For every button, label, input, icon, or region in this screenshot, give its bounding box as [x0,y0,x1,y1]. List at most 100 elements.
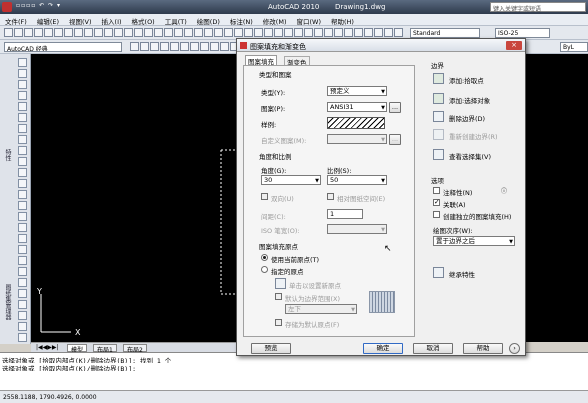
draw-tool-icon[interactable] [18,113,27,122]
more-options-icon[interactable]: › [509,343,520,354]
draw-tool-icon[interactable] [18,267,27,276]
menu-item[interactable]: 工具(T) [160,14,192,26]
sheetset-palette-label[interactable]: 图纸集管理器 [3,284,12,320]
menu-item[interactable]: 窗口(W) [291,14,326,26]
store-origin-checkbox[interactable] [275,319,282,326]
draw-tool-icon[interactable] [18,245,27,254]
toolbar-icon[interactable] [200,42,209,51]
toolbar-icon[interactable] [244,28,253,37]
toolbar-icon[interactable] [104,28,113,37]
toolbar-icon[interactable] [294,28,303,37]
toolbar-icon[interactable] [190,42,199,51]
help-button[interactable]: 帮助 [463,343,503,354]
toolbar-icon[interactable] [204,28,213,37]
toolbar-icon[interactable] [124,28,133,37]
toolbar-icon[interactable] [210,42,219,51]
toolbar-icon[interactable] [4,28,13,37]
toolbar-icon[interactable] [24,28,33,37]
toolbar-icon[interactable] [150,42,159,51]
toolbar-icon[interactable] [64,28,73,37]
toolbar-icon[interactable] [84,28,93,37]
menu-item[interactable]: 修改(M) [258,14,292,26]
draw-tool-icon[interactable] [18,234,27,243]
draw-tool-icon[interactable] [18,179,27,188]
draw-tool-icon[interactable] [18,278,27,287]
annotative-checkbox[interactable] [433,187,440,194]
toolbar-icon[interactable] [140,42,149,51]
toolbar-icon[interactable] [314,28,323,37]
specified-origin-radio[interactable] [261,266,268,273]
toolbar-icon[interactable] [384,28,393,37]
toolbar-icon[interactable] [304,28,313,37]
view-selection-icon[interactable] [433,149,444,160]
toolbar-icon[interactable] [254,28,263,37]
separate-checkbox[interactable] [433,211,440,218]
draw-tool-icon[interactable] [18,311,27,320]
inherit-properties-icon[interactable] [433,267,444,278]
tab-model[interactable]: 模型 [67,344,88,354]
toolbar-icon[interactable] [14,28,23,37]
draw-tool-icon[interactable] [18,201,27,210]
add-pick-icon[interactable] [433,73,444,84]
scale-select[interactable]: 50 ▼ [327,175,387,185]
toolbar-icon[interactable] [354,28,363,37]
toolbar-icon[interactable] [220,42,229,51]
toolbar-icon[interactable] [160,42,169,51]
toolbar-icon[interactable] [334,28,343,37]
menu-item[interactable]: 绘图(D) [192,14,225,26]
toolbar-icon[interactable] [154,28,163,37]
angle-select[interactable]: 30 ▼ [261,175,321,185]
add-pick-button[interactable]: 添加:拾取点 [449,75,484,85]
double-checkbox[interactable] [261,193,268,200]
menu-item[interactable]: 标注(N) [225,14,258,26]
toolbar-icon[interactable] [94,28,103,37]
dialog-titlebar[interactable]: 图案填充和渐变色 × [237,39,525,52]
workspace-select[interactable]: AutoCAD 经典 [4,42,122,52]
toolbar-icon[interactable] [264,28,273,37]
tab-hatch[interactable]: 图案填充 [245,55,277,66]
info-icon[interactable]: ⓘ [501,186,507,195]
menu-item[interactable]: 文件(F) [0,14,32,26]
toolbar-icon[interactable] [394,28,403,37]
draw-tool-icon[interactable] [18,190,27,199]
draw-tool-icon[interactable] [18,124,27,133]
toolbar-icon[interactable] [234,28,243,37]
draw-tool-icon[interactable] [18,91,27,100]
draw-tool-icon[interactable] [18,157,27,166]
view-selection-button[interactable]: 查看选择集(V) [449,151,491,161]
menu-item[interactable]: 帮助(H) [326,14,359,26]
toolbar-icon[interactable] [184,28,193,37]
tab-nav-icons[interactable]: |◀◀▶▶| [33,344,62,352]
pattern-swatch[interactable] [327,117,385,129]
autocad-logo-icon[interactable] [2,2,12,12]
draw-tool-icon[interactable] [18,146,27,155]
dim-style-select[interactable]: ISO-25 [495,28,550,38]
pattern-browse-button[interactable]: ... [389,102,401,113]
current-origin-radio[interactable] [261,254,268,261]
properties-palette-label[interactable]: 特性 [3,149,12,161]
ok-button[interactable]: 确定 [363,343,403,354]
draw-tool-icon[interactable] [18,333,27,342]
toolbar-icon[interactable] [284,28,293,37]
menu-item[interactable]: 编辑(E) [32,14,64,26]
toolbar-icon[interactable] [170,42,179,51]
inherit-properties-button[interactable]: 继承特性 [449,269,475,279]
tab-gradient[interactable]: 渐变色 [284,56,310,67]
menu-item[interactable]: 插入(I) [97,14,127,26]
draw-tool-icon[interactable] [18,58,27,67]
toolbar-icon[interactable] [364,28,373,37]
draw-tool-icon[interactable] [18,102,27,111]
toolbar-icon[interactable] [274,28,283,37]
draw-tool-icon[interactable] [18,135,27,144]
draw-tool-icon[interactable] [18,80,27,89]
draw-tool-icon[interactable] [18,300,27,309]
toolbar-icon[interactable] [194,28,203,37]
toolbar-icon[interactable] [74,28,83,37]
toolbar-icon[interactable] [174,28,183,37]
toolbar-icon[interactable] [180,42,189,51]
pattern-select[interactable]: ANSI31 ▼ [327,102,387,112]
draw-tool-icon[interactable] [18,322,27,331]
quick-access-icons[interactable]: ▫▫▫▫ ↶ ↷ ▾ [16,2,61,9]
toolbar-icon[interactable] [34,28,43,37]
toolbar-icon[interactable] [344,28,353,37]
